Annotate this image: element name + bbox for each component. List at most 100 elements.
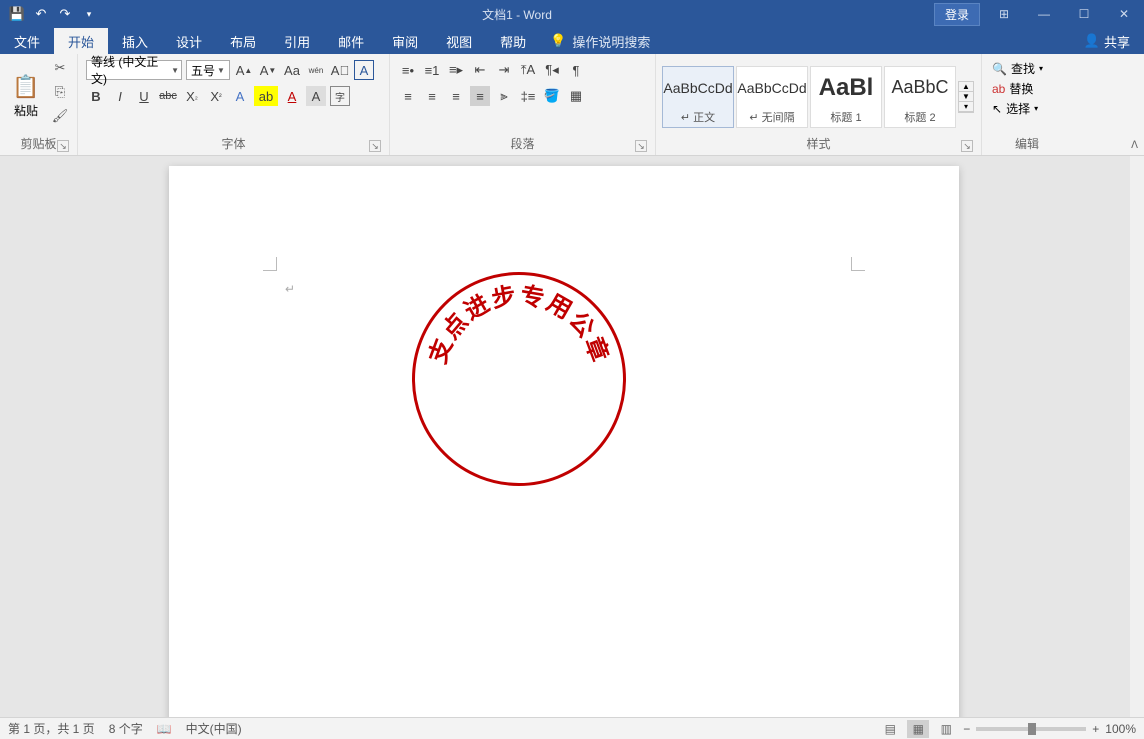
zoom-slider[interactable] bbox=[976, 727, 1086, 731]
enclose-char-button[interactable]: 字 bbox=[330, 86, 350, 106]
tell-me-search[interactable]: 💡 操作说明搜索 bbox=[540, 28, 660, 54]
page-status[interactable]: 第 1 页，共 1 页 bbox=[8, 720, 95, 737]
redo-button[interactable]: ↷ bbox=[54, 3, 76, 25]
copy-button[interactable]: ⎘ bbox=[50, 82, 70, 102]
sort-button[interactable]: ⤒A bbox=[518, 60, 538, 80]
maximize-button[interactable]: ☐ bbox=[1064, 0, 1104, 28]
tab-insert[interactable]: 插入 bbox=[108, 28, 162, 54]
subscript-button[interactable]: X₂ bbox=[182, 86, 202, 106]
tab-review[interactable]: 审阅 bbox=[378, 28, 432, 54]
qat-customize[interactable]: ▾ bbox=[78, 3, 100, 25]
read-mode-button[interactable]: ▤ bbox=[879, 720, 901, 738]
replace-button[interactable]: ab替换 bbox=[992, 80, 1043, 97]
line-spacing-button[interactable]: ‡≡ bbox=[518, 86, 538, 106]
zoom-in-button[interactable]: + bbox=[1092, 722, 1099, 736]
grow-font-button[interactable]: A▲ bbox=[234, 60, 254, 80]
word-count[interactable]: 8 个字 bbox=[109, 720, 143, 737]
language-status[interactable]: 中文(中国) bbox=[186, 720, 242, 737]
web-layout-button[interactable]: ▥ bbox=[935, 720, 957, 738]
clear-format-button[interactable]: Aᷕ bbox=[330, 60, 350, 80]
clipboard-launcher[interactable]: ↘ bbox=[57, 140, 69, 152]
zoom-level[interactable]: 100% bbox=[1105, 722, 1136, 736]
stamp-shape[interactable]: 支点进步专用公章 bbox=[412, 272, 626, 486]
distribute-button[interactable]: ⫸ bbox=[494, 86, 514, 106]
paste-button[interactable]: 📋 粘贴 bbox=[6, 74, 46, 119]
show-hide-button[interactable]: ¶ bbox=[566, 60, 586, 80]
multilevel-button[interactable]: ≡▸ bbox=[446, 60, 466, 80]
gallery-up-icon[interactable]: ▲ bbox=[959, 82, 973, 92]
bold-button[interactable]: B bbox=[86, 86, 106, 106]
style-name: ↵ 无间隔 bbox=[749, 109, 794, 127]
styles-label: 样式↘ bbox=[662, 135, 975, 153]
font-size-combo[interactable]: 五号▼ bbox=[186, 60, 230, 80]
align-right-button[interactable]: ≡ bbox=[446, 86, 466, 106]
close-button[interactable]: ✕ bbox=[1104, 0, 1144, 28]
collapse-ribbon-button[interactable]: ᐱ bbox=[1131, 140, 1138, 151]
tab-design[interactable]: 设计 bbox=[162, 28, 216, 54]
tab-home[interactable]: 开始 bbox=[54, 28, 108, 54]
numbering-button[interactable]: ≡1 bbox=[422, 60, 442, 80]
font-color-button[interactable]: A bbox=[282, 86, 302, 106]
gallery-down-icon[interactable]: ▼ bbox=[959, 92, 973, 102]
style-nospacing[interactable]: AaBbCcDd ↵ 无间隔 bbox=[736, 66, 808, 128]
format-painter-button[interactable]: 🖌 bbox=[50, 106, 70, 126]
highlight-button[interactable]: ab bbox=[254, 86, 278, 106]
minimize-button[interactable]: — bbox=[1024, 0, 1064, 28]
cut-button[interactable]: ✂ bbox=[50, 58, 70, 78]
tab-view[interactable]: 视图 bbox=[432, 28, 486, 54]
style-heading2[interactable]: AaBbC 标题 2 bbox=[884, 66, 956, 128]
vertical-scrollbar[interactable] bbox=[1130, 156, 1144, 717]
tab-references[interactable]: 引用 bbox=[270, 28, 324, 54]
ltr-button[interactable]: ¶◂ bbox=[542, 60, 562, 80]
style-name: 标题 2 bbox=[904, 109, 935, 127]
document-area[interactable]: ↵ 支点进步专用公章 bbox=[0, 156, 1144, 717]
find-button[interactable]: 🔍查找▾ bbox=[992, 60, 1043, 77]
phonetic-button[interactable]: wén bbox=[306, 60, 326, 80]
styles-gallery-scroll[interactable]: ▲ ▼ ▾ bbox=[958, 81, 974, 113]
tab-file[interactable]: 文件 bbox=[0, 28, 54, 54]
style-heading1[interactable]: AaBl 标题 1 bbox=[810, 66, 882, 128]
increase-indent-button[interactable]: ⇥ bbox=[494, 60, 514, 80]
decrease-indent-button[interactable]: ⇤ bbox=[470, 60, 490, 80]
font-launcher[interactable]: ↘ bbox=[369, 140, 381, 152]
shrink-font-button[interactable]: A▼ bbox=[258, 60, 278, 80]
paragraph-launcher[interactable]: ↘ bbox=[635, 140, 647, 152]
margin-corner-tl bbox=[263, 257, 277, 271]
tab-help[interactable]: 帮助 bbox=[486, 28, 540, 54]
tab-mail[interactable]: 邮件 bbox=[324, 28, 378, 54]
shading-button[interactable]: 🪣 bbox=[542, 86, 562, 106]
strike-button[interactable]: abc bbox=[158, 86, 178, 106]
borders-button[interactable]: ▦ bbox=[566, 86, 586, 106]
group-font: 等线 (中文正文)▼ 五号▼ A▲ A▼ Aa wén Aᷕ A B I U a… bbox=[78, 54, 390, 155]
char-border-button[interactable]: A bbox=[354, 60, 374, 80]
font-label: 字体↘ bbox=[84, 135, 383, 153]
zoom-out-button[interactable]: − bbox=[963, 722, 970, 736]
align-center-button[interactable]: ≡ bbox=[422, 86, 442, 106]
select-button[interactable]: ↖选择▾ bbox=[992, 100, 1043, 117]
print-layout-button[interactable]: ▦ bbox=[907, 720, 929, 738]
quick-access-toolbar: 💾 ↶ ↷ ▾ bbox=[0, 3, 100, 25]
undo-button[interactable]: ↶ bbox=[30, 3, 52, 25]
zoom-thumb[interactable] bbox=[1028, 723, 1036, 735]
style-normal[interactable]: AaBbCcDd ↵ 正文 bbox=[662, 66, 734, 128]
styles-launcher[interactable]: ↘ bbox=[961, 140, 973, 152]
login-button[interactable]: 登录 bbox=[934, 3, 980, 26]
share-button[interactable]: 👤 共享 bbox=[1070, 28, 1144, 54]
tab-layout[interactable]: 布局 bbox=[216, 28, 270, 54]
page[interactable]: ↵ 支点进步专用公章 bbox=[169, 166, 959, 717]
text-effects-button[interactable]: A bbox=[230, 86, 250, 106]
char-shading-button[interactable]: A bbox=[306, 86, 326, 106]
group-editing: 🔍查找▾ ab替换 ↖选择▾ 编辑 bbox=[982, 54, 1072, 155]
justify-button[interactable]: ≡ bbox=[470, 86, 490, 106]
italic-button[interactable]: I bbox=[110, 86, 130, 106]
save-button[interactable]: 💾 bbox=[6, 3, 28, 25]
superscript-button[interactable]: X² bbox=[206, 86, 226, 106]
gallery-more-icon[interactable]: ▾ bbox=[959, 102, 973, 112]
font-name-combo[interactable]: 等线 (中文正文)▼ bbox=[86, 60, 182, 80]
change-case-button[interactable]: Aa bbox=[282, 60, 302, 80]
underline-button[interactable]: U bbox=[134, 86, 154, 106]
ribbon-display-button[interactable]: ⊞ bbox=[984, 0, 1024, 28]
bullets-button[interactable]: ≡• bbox=[398, 60, 418, 80]
align-left-button[interactable]: ≡ bbox=[398, 86, 418, 106]
proofing-icon[interactable]: 📖 bbox=[157, 722, 172, 736]
